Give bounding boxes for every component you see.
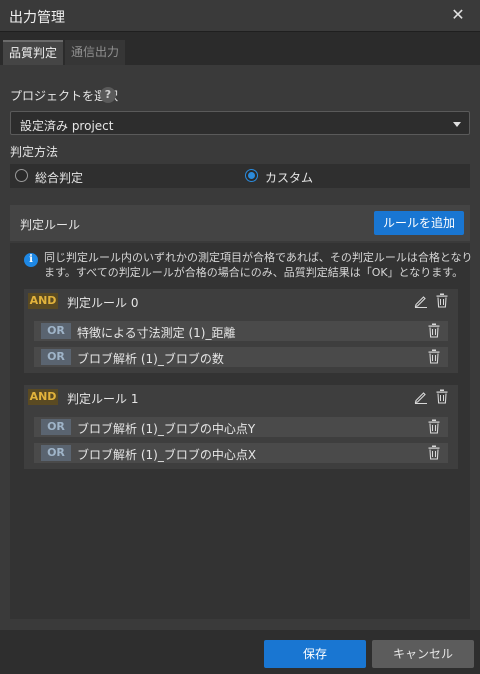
and-badge: AND bbox=[28, 389, 58, 405]
tab-quality-judgement[interactable]: 品質判定 bbox=[3, 40, 64, 65]
rule-item-name: 特徴による寸法測定 (1)_距離 bbox=[77, 326, 236, 340]
quality-judgement-panel: プロジェクトを選択 ? 設定済み project 判定方法 総合判定 カスタム … bbox=[0, 65, 480, 630]
tab-bar: 品質判定 通信出力 bbox=[0, 40, 480, 65]
rules-title: 判定ルール bbox=[20, 218, 81, 232]
rule-item: OR ブロブ解析 (1)_ブロブの数 bbox=[34, 347, 448, 367]
chevron-down-icon bbox=[453, 122, 461, 127]
rule-group-header: AND 判定ルール 0 bbox=[24, 289, 458, 315]
trash-icon[interactable] bbox=[428, 323, 440, 338]
trash-icon[interactable] bbox=[428, 349, 440, 364]
info-icon: i bbox=[24, 253, 38, 267]
and-badge: AND bbox=[28, 293, 58, 309]
rule-item-name: ブロブ解析 (1)_ブロブの中心点Y bbox=[77, 422, 256, 436]
judgement-method-label: 判定方法 bbox=[10, 145, 59, 159]
info-message: i 同じ判定ルール内のいずれかの測定項目が合格であれば、その判定ルールは合格とな… bbox=[24, 250, 473, 282]
title-bar: 出力管理 ✕ bbox=[0, 0, 480, 32]
rule-item-name: ブロブ解析 (1)_ブロブの数 bbox=[77, 352, 224, 366]
trash-icon[interactable] bbox=[428, 445, 440, 460]
edit-icon[interactable] bbox=[414, 294, 428, 308]
rule-item: OR 特徴による寸法測定 (1)_距離 bbox=[34, 321, 448, 341]
dialog-footer: 保存 キャンセル bbox=[0, 630, 480, 674]
or-badge: OR bbox=[41, 323, 71, 339]
radio-overall-label[interactable]: 総合判定 bbox=[35, 169, 83, 186]
rule-item: OR ブロブ解析 (1)_ブロブの中心点X bbox=[34, 443, 448, 463]
info-text: 同じ判定ルール内のいずれかの測定項目が合格であれば、その判定ルールは合格となりま… bbox=[44, 251, 473, 279]
radio-custom-label[interactable]: カスタム bbox=[265, 169, 313, 186]
project-dropdown-value: 設定済み project bbox=[20, 119, 114, 133]
rules-header: 判定ルール ルールを追加 bbox=[10, 205, 470, 241]
tab-communication-output[interactable]: 通信出力 bbox=[65, 40, 126, 65]
rule-group: AND 判定ルール 1 OR ブロブ解析 (1)_ブロブの中心点Y OR ブロブ… bbox=[24, 385, 458, 469]
add-rule-button[interactable]: ルールを追加 bbox=[374, 211, 464, 235]
trash-icon[interactable] bbox=[436, 389, 448, 404]
project-dropdown[interactable]: 設定済み project bbox=[10, 111, 470, 135]
edit-icon[interactable] bbox=[414, 390, 428, 404]
rule-group-name: 判定ルール 0 bbox=[67, 296, 139, 310]
or-badge: OR bbox=[41, 445, 71, 461]
judgement-method-group: 総合判定 カスタム bbox=[10, 164, 470, 188]
or-badge: OR bbox=[41, 349, 71, 365]
or-badge: OR bbox=[41, 419, 71, 435]
radio-overall[interactable] bbox=[15, 169, 28, 182]
rule-item-name: ブロブ解析 (1)_ブロブの中心点X bbox=[77, 448, 257, 462]
trash-icon[interactable] bbox=[428, 419, 440, 434]
save-button[interactable]: 保存 bbox=[264, 640, 366, 668]
window-title: 出力管理 bbox=[9, 10, 65, 26]
trash-icon[interactable] bbox=[436, 293, 448, 308]
radio-custom[interactable] bbox=[245, 169, 258, 182]
rules-container: i 同じ判定ルール内のいずれかの測定項目が合格であれば、その判定ルールは合格とな… bbox=[10, 243, 473, 619]
rule-group-name: 判定ルール 1 bbox=[67, 392, 139, 406]
close-icon[interactable]: ✕ bbox=[450, 6, 466, 24]
help-icon[interactable]: ? bbox=[100, 87, 116, 103]
cancel-button[interactable]: キャンセル bbox=[372, 640, 474, 668]
rule-item: OR ブロブ解析 (1)_ブロブの中心点Y bbox=[34, 417, 448, 437]
rule-group-header: AND 判定ルール 1 bbox=[24, 385, 458, 411]
rule-group: AND 判定ルール 0 OR 特徴による寸法測定 (1)_距離 OR ブロブ解析… bbox=[24, 289, 458, 373]
